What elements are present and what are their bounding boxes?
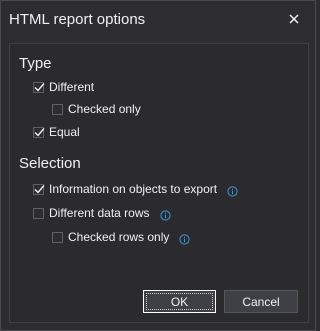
cancel-button[interactable]: Cancel — [224, 290, 298, 313]
different-label: Different — [49, 80, 95, 94]
checked-only-label: Checked only — [68, 102, 141, 116]
dialog-title: HTML report options — [9, 11, 146, 28]
different-checkbox[interactable] — [33, 81, 45, 93]
checked-only-option[interactable]: Checked only — [52, 101, 141, 117]
info-icon[interactable] — [159, 208, 171, 221]
title-bar: HTML report options — [1, 1, 315, 39]
information-on-objects-label: Information on objects to export — [49, 182, 218, 196]
different-option[interactable]: Different — [33, 79, 94, 95]
different-data-rows-checkbox[interactable] — [33, 207, 44, 219]
different-data-rows-label: Different data rows — [49, 206, 150, 220]
checked-rows-only-checkbox[interactable] — [52, 231, 63, 243]
selection-section-title: Selection — [19, 155, 81, 172]
different-data-rows-option[interactable]: Different data rows — [33, 205, 171, 221]
information-on-objects-checkbox[interactable] — [33, 183, 45, 195]
checked-only-checkbox[interactable] — [52, 103, 63, 115]
ok-button[interactable]: OK — [143, 290, 216, 313]
html-report-options-dialog: HTML report options Type Different Check… — [0, 0, 316, 331]
equal-label: Equal — [49, 125, 80, 139]
type-section-title: Type — [19, 55, 52, 72]
equal-option[interactable]: Equal — [33, 124, 80, 140]
equal-checkbox[interactable] — [33, 126, 45, 138]
close-icon[interactable] — [285, 10, 303, 28]
options-panel: Type Different Checked only Equal Select… — [9, 43, 309, 323]
information-on-objects-option[interactable]: Information on objects to export — [33, 181, 238, 197]
checked-rows-only-label: Checked rows only — [68, 230, 170, 244]
checked-rows-only-option[interactable]: Checked rows only — [52, 229, 190, 245]
info-icon[interactable] — [179, 232, 190, 245]
info-icon[interactable] — [227, 184, 238, 197]
